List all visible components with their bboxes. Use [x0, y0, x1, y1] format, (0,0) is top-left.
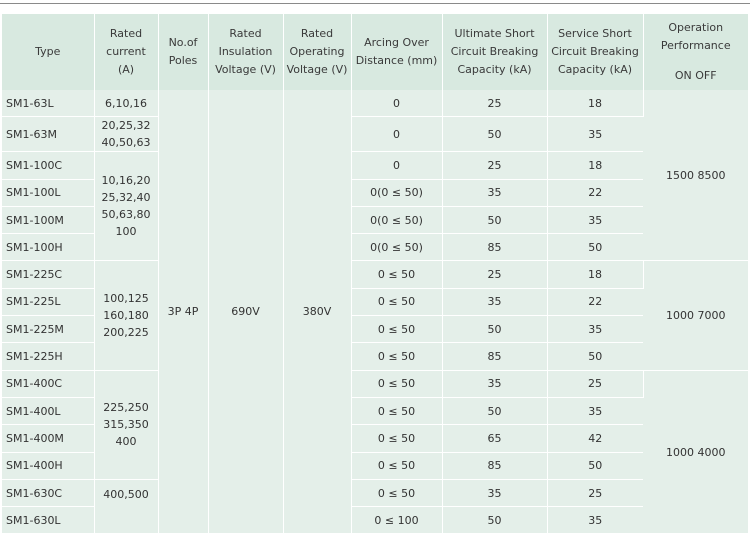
- service-cell: 35: [547, 397, 643, 426]
- arcing-cell: 0 ≤ 50: [351, 424, 443, 453]
- table-row: SM1-225C 100,125 160,180 200,225 0 ≤ 50 …: [2, 260, 748, 371]
- type-cell: SM1-63M: [2, 116, 95, 153]
- ultimate-cell: 50: [442, 116, 548, 153]
- ultimate-cell: 25: [442, 260, 548, 289]
- ultimate-cell: 35: [442, 479, 548, 508]
- rated-current-cell: 400,500: [94, 479, 159, 534]
- table-row: SM1-400C 225,250 315,350 400 0 ≤ 50 35 2…: [2, 370, 748, 534]
- rated-current-cell: 20,25,32 40,50,63: [94, 116, 159, 153]
- rated-current-cell: 10,16,20 25,32,40 50,63,80 100: [94, 151, 159, 262]
- ultimate-cell: 35: [442, 179, 548, 207]
- insulation-voltage-cell: 690V: [208, 90, 284, 534]
- service-cell: 35: [547, 315, 643, 344]
- service-cell: 18: [547, 90, 644, 118]
- header-insulation-voltage: Rated Insulation Voltage (V): [208, 14, 284, 90]
- service-cell: 18: [547, 260, 644, 289]
- top-rule: [0, 3, 750, 4]
- type-cell: SM1-630C: [2, 479, 95, 508]
- header-row: Type Rated current (A) No.of Poles Rated…: [2, 14, 748, 90]
- service-cell: 50: [547, 342, 643, 371]
- type-cell: SM1-225M: [2, 315, 95, 344]
- service-cell: 35: [547, 206, 643, 235]
- arcing-cell: 0(0 ≤ 50): [351, 233, 443, 262]
- ultimate-cell: 85: [442, 342, 548, 371]
- ultimate-cell: 25: [442, 90, 548, 118]
- table-row: SM1-63L 6,10,16 3P 4P 690V 380V 0 25 18 …: [2, 90, 748, 534]
- rated-current-cell: 6,10,16: [94, 90, 159, 118]
- arcing-cell: 0(0 ≤ 50): [351, 179, 443, 207]
- operation-cell: 1000 4000: [643, 370, 748, 534]
- arcing-cell: 0: [351, 90, 443, 118]
- header-ultimate-capacity: Ultimate Short Circuit Breaking Capacity…: [442, 14, 548, 90]
- type-cell: SM1-225L: [2, 288, 95, 317]
- header-rated-current: Rated current (A): [94, 14, 159, 90]
- ultimate-cell: 85: [442, 452, 548, 480]
- type-cell: SM1-63L: [2, 90, 95, 118]
- table-row: SM1-630C 400,500 0 ≤ 50 35 25: [2, 479, 748, 534]
- type-cell: SM1-400C: [2, 370, 95, 398]
- arcing-cell: 0 ≤ 50: [351, 315, 443, 344]
- arcing-cell: 0 ≤ 50: [351, 342, 443, 371]
- header-type: Type: [2, 14, 95, 90]
- breaker-spec-table: Type Rated current (A) No.of Poles Rated…: [2, 14, 748, 534]
- arcing-cell: 0(0 ≤ 50): [351, 206, 443, 235]
- service-cell: 42: [547, 424, 643, 453]
- type-cell: SM1-225C: [2, 260, 95, 289]
- operation-cell: 1000 7000: [643, 260, 748, 371]
- type-cell: SM1-100L: [2, 179, 95, 207]
- table-row: SM1-63M 20,25,32 40,50,63 0 50 35: [2, 116, 748, 153]
- service-cell: 22: [547, 288, 643, 317]
- table-row: SM1-100C 10,16,20 25,32,40 50,63,80 100 …: [2, 151, 748, 262]
- header-operating-voltage: Rated Operating Voltage (V): [283, 14, 352, 90]
- header-poles: No.of Poles: [158, 14, 209, 90]
- arcing-cell: 0: [351, 151, 443, 180]
- service-cell: 50: [547, 233, 643, 262]
- header-operation: Operation Performance ON OFF: [643, 14, 748, 90]
- arcing-cell: 0 ≤ 50: [351, 370, 443, 398]
- rated-current-cell: 225,250 315,350 400: [94, 370, 159, 480]
- service-cell: 18: [547, 151, 643, 180]
- ultimate-cell: 50: [442, 206, 548, 235]
- type-cell: SM1-400M: [2, 424, 95, 453]
- ultimate-cell: 25: [442, 151, 548, 180]
- arcing-cell: 0 ≤ 50: [351, 479, 443, 508]
- ultimate-cell: 35: [442, 370, 548, 398]
- header-service-capacity: Service Short Circuit Breaking Capacity …: [547, 14, 644, 90]
- service-cell: 50: [547, 452, 643, 480]
- ultimate-cell: 35: [442, 288, 548, 317]
- arcing-cell: 0 ≤ 50: [351, 288, 443, 317]
- arcing-cell: 0 ≤ 50: [351, 452, 443, 480]
- ultimate-cell: 65: [442, 424, 548, 453]
- operating-voltage-cell: 380V: [283, 90, 352, 534]
- operation-cell: 1500 8500: [643, 90, 748, 262]
- type-cell: SM1-400L: [2, 397, 95, 426]
- type-cell: SM1-100M: [2, 206, 95, 235]
- ultimate-cell: 85: [442, 233, 548, 262]
- type-cell: SM1-100C: [2, 151, 95, 180]
- header-operation-sub: ON OFF: [674, 69, 717, 82]
- arcing-cell: 0: [351, 116, 443, 153]
- service-cell: 35: [547, 116, 643, 153]
- arcing-cell: 0 ≤ 50: [351, 397, 443, 426]
- type-cell: SM1-100H: [2, 233, 95, 262]
- type-cell: SM1-225H: [2, 342, 95, 371]
- rated-current-cell: 100,125 160,180 200,225: [94, 260, 159, 371]
- header-arcing-distance: Arcing Over Distance (mm): [351, 14, 443, 90]
- header-operation-label: Operation Performance: [660, 21, 731, 52]
- service-cell: 25: [547, 479, 643, 508]
- ultimate-cell: 50: [442, 397, 548, 426]
- arcing-cell: 0 ≤ 50: [351, 260, 443, 289]
- poles-cell: 3P 4P: [158, 90, 209, 534]
- service-cell: 22: [547, 179, 643, 207]
- service-cell: 25: [547, 370, 644, 398]
- ultimate-cell: 50: [442, 315, 548, 344]
- type-cell: SM1-400H: [2, 452, 95, 480]
